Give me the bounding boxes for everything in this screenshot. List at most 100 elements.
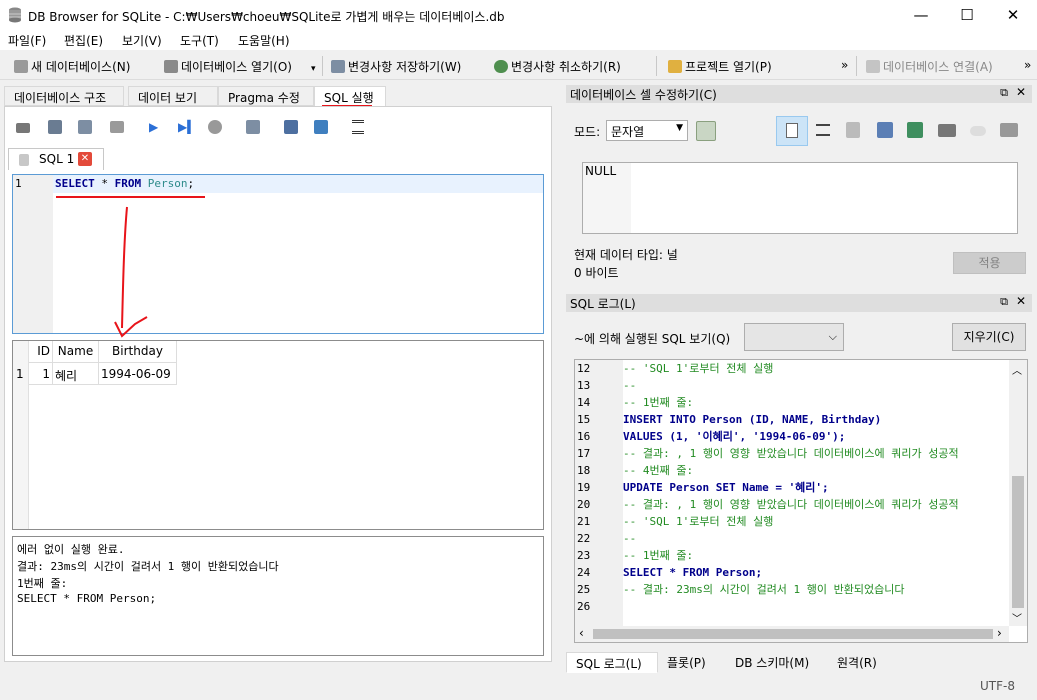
column-header-birthday[interactable]: Birthday [99,341,177,363]
scrollbar-thumb[interactable] [1012,476,1024,608]
tab-sql-log[interactable]: SQL 로그(L) [566,652,658,673]
tab-browse-data[interactable]: 데이터 보기 [128,86,218,106]
tab-edit-pragmas[interactable]: Pragma 수정 [218,86,314,106]
sql-semicolon: ; [187,177,195,190]
execution-message-area[interactable]: 에러 없이 실행 완료. 결과: 23ms의 시간이 걸려서 1 행이 반환되었… [12,536,544,656]
close-button[interactable]: ✕ [990,0,1036,30]
open-project-button[interactable]: 프로젝트 열기(P) [668,58,772,75]
open-database-dropdown-icon[interactable]: ▾ [311,64,316,74]
apply-button[interactable]: 적용 [953,252,1026,274]
open-tab-icon[interactable] [16,123,30,133]
open-database-button[interactable]: 데이터베이스 열기(O) [164,58,292,75]
indent-icon[interactable] [816,124,830,136]
scroll-right-icon[interactable]: › [997,626,1002,640]
encoding-status: UTF-8 [980,679,1015,693]
results-grid[interactable]: ID Name Birthday 1 1 혜리 1994-06-09 [12,340,544,530]
stop-execution-icon[interactable] [208,120,222,134]
column-header-id[interactable]: ID [29,341,53,363]
print-icon[interactable] [110,121,124,133]
sql-log-dock-header: SQL 로그(L) ⧉ ✕ [566,294,1032,312]
scroll-down-icon[interactable]: ﹀ [1012,610,1022,625]
new-database-icon [14,60,28,73]
revert-changes-label: 변경사항 취소하기(R) [511,60,621,74]
maximize-button[interactable]: ☐ [944,0,990,30]
clear-icon[interactable] [970,126,986,136]
window-title: DB Browser for SQLite - C:₩Users₩choeu₩S… [28,10,505,24]
log-line-text: UPDATE Person SET Name = '혜리'; [623,481,829,494]
menu-help[interactable]: 도움말(H) [238,32,290,49]
log-line-text: -- 결과: 23ms의 시간이 걸려서 1 행이 반환되었습니다 [623,583,905,596]
save-icon[interactable] [846,122,860,138]
sql-keyword: FROM [114,177,142,190]
log-line-number: 18 [577,464,591,477]
log-line-number: 14 [577,396,591,409]
menu-view[interactable]: 보기(V) [122,32,162,49]
set-null-icon[interactable] [938,124,956,137]
tab-database-structure[interactable]: 데이터베이스 구조 [4,86,124,106]
attach-database-button[interactable]: 데이터베이스 연결(A) [866,58,993,75]
close-dock-icon[interactable]: ✕ [1016,294,1026,308]
horizontal-scrollbar[interactable]: ‹ › [575,626,1009,642]
toolbar-overflow-icon[interactable]: » [1024,58,1031,72]
export-icon[interactable] [907,122,923,138]
float-dock-icon[interactable]: ⧉ [1000,86,1008,100]
row-header[interactable]: 1 [13,364,29,384]
column-header-name[interactable]: Name [53,341,99,363]
toolbar-overflow-icon[interactable]: » [841,58,848,72]
open-sql-file-icon[interactable] [48,120,62,134]
main-tab-bar: 데이터베이스 구조 데이터 보기 Pragma 수정 SQL 실행 [4,86,556,107]
log-lines: 12 -- 'SQL 1'로부터 전체 실행 13 -- 14 -- 1번째 줄: 15 IN… [575,360,1009,624]
menu-file[interactable]: 파일(F) [8,32,46,49]
float-dock-icon[interactable]: ⧉ [1000,295,1008,309]
log-line: 26 [575,598,1009,615]
tab-execute-sql[interactable]: SQL 실행 [314,86,386,107]
find-replace-icon[interactable] [314,120,328,134]
sql-editor[interactable]: 1 SELECT * FROM Person; [12,174,544,334]
sql-log-view[interactable]: ︿ ﹀ ‹ › 12 -- 'SQL 1'로부터 전체 실행 13 -- 14 -- 1번… [574,359,1028,643]
mode-select[interactable]: 문자열 ▼ [606,120,688,141]
menu-tools[interactable]: 도구(T) [180,32,219,49]
cell-value-editor[interactable]: NULL [582,162,1018,234]
scroll-left-icon[interactable]: ‹ [579,626,584,640]
comment-block-icon[interactable] [352,120,364,134]
write-changes-button[interactable]: 변경사항 저장하기(W) [331,58,461,75]
log-filter-select[interactable]: ⌵ [744,323,844,351]
log-line: 14 -- 1번째 줄: [575,394,1009,411]
clear-log-button[interactable]: 지우기(C) [952,323,1026,351]
vertical-scrollbar[interactable]: ︿ ﹀ [1009,360,1027,626]
log-line-text: -- [623,532,637,545]
scroll-up-icon[interactable]: ︿ [1012,362,1022,377]
line-number-gutter [13,175,53,333]
sql-toolbar: ▶ ▶▍ [16,120,376,138]
cell-name[interactable]: 혜리 [53,363,99,385]
message-line: 결과: 23ms의 시간이 걸려서 1 행이 반환되었습니다 [17,560,279,573]
data-type-text: 현재 데이터 타입: 널 [574,248,678,262]
print-icon[interactable] [1000,123,1018,137]
menu-edit[interactable]: 편집(E) [64,32,103,49]
tab-db-schema[interactable]: DB 스키마(M) [726,652,826,672]
new-database-button[interactable]: 새 데이터베이스(N) [14,58,130,75]
attach-database-label: 데이터베이스 연결(A) [883,60,993,74]
save-results-icon[interactable] [246,120,260,134]
execute-all-icon[interactable]: ▶ [149,120,158,134]
log-line-number: 15 [577,413,591,426]
write-changes-label: 변경사항 저장하기(W) [348,60,462,74]
tab-plot[interactable]: 플롯(P) [658,652,726,672]
close-dock-icon[interactable]: ✕ [1016,85,1026,99]
sql-editor-tab[interactable]: SQL 1 ✕ [8,148,104,170]
log-line-number: 20 [577,498,591,511]
import-icon[interactable] [877,122,893,138]
find-icon[interactable] [284,120,298,134]
tab-remote[interactable]: 원격(R) [828,652,888,672]
auto-switch-mode-icon[interactable] [696,121,716,141]
revert-changes-button[interactable]: 변경사항 취소하기(R) [494,58,621,75]
close-tab-icon[interactable]: ✕ [78,152,92,166]
scrollbar-thumb[interactable] [593,629,993,639]
save-sql-file-icon[interactable] [78,120,92,134]
log-line-number: 12 [577,362,591,375]
cell-id[interactable]: 1 [29,363,53,385]
minimize-button[interactable]: — [898,0,944,30]
cell-birthday[interactable]: 1994-06-09 [99,363,177,385]
log-line-number: 21 [577,515,591,528]
execute-line-icon[interactable]: ▶▍ [178,120,196,134]
